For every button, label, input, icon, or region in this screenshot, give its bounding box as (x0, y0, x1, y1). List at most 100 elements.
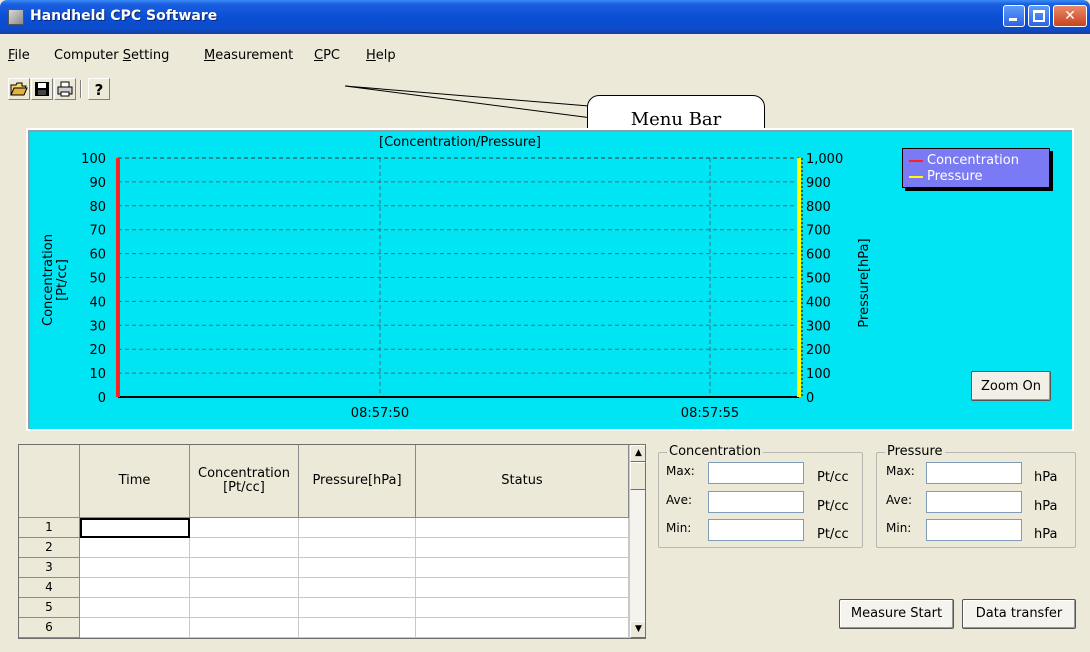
pres-min-field[interactable] (926, 519, 1022, 541)
conc-min-field[interactable] (708, 519, 804, 541)
table-row[interactable]: 2 (19, 538, 629, 558)
cell-pressure[interactable] (299, 598, 416, 618)
cell-time[interactable] (80, 538, 190, 558)
grid-corner (19, 445, 80, 518)
cell-status[interactable] (416, 518, 629, 538)
conc-max-label: Max: (666, 464, 695, 478)
help-glyph: ? (95, 81, 104, 99)
cell-concentration[interactable] (190, 558, 299, 578)
conc-ave-unit: Pt/cc (817, 499, 849, 514)
pres-max-field[interactable] (926, 462, 1022, 484)
table-row[interactable]: 6 (19, 618, 629, 638)
save-button[interactable] (31, 78, 53, 100)
menu-computer-setting[interactable]: Computer Setting (54, 48, 169, 63)
data-grid[interactable]: Time Concentration [Pt/cc] Pressure[hPa]… (18, 444, 646, 639)
row-number[interactable]: 3 (19, 558, 80, 578)
cell-pressure[interactable] (299, 558, 416, 578)
cell-status[interactable] (416, 618, 629, 638)
measure-start-button[interactable]: Measure Start (839, 599, 954, 629)
scroll-down-icon: ▼ (635, 624, 642, 634)
print-icon (57, 81, 73, 97)
cell-pressure[interactable] (299, 538, 416, 558)
cell-status[interactable] (416, 558, 629, 578)
menu-computer-setting-mnemonic: S (122, 48, 132, 63)
help-button[interactable]: ? (88, 78, 110, 100)
data-transfer-button[interactable]: Data transfer (962, 599, 1076, 629)
menu-file-rest: ile (14, 48, 30, 63)
cell-status[interactable] (416, 598, 629, 618)
column-header-time[interactable]: Time (80, 445, 190, 518)
conc-ave-label: Ave: (666, 493, 693, 507)
column-header-concentration-line1: Concentration (198, 465, 290, 481)
cell-pressure[interactable] (299, 618, 416, 638)
row-number[interactable]: 4 (19, 578, 80, 598)
close-button[interactable]: ✕ (1053, 5, 1087, 27)
cell-time[interactable] (80, 578, 190, 598)
open-button[interactable] (8, 78, 30, 100)
menu-computer-setting-rest: etting (131, 48, 170, 63)
conc-min-unit: Pt/cc (817, 527, 849, 542)
close-icon: ✕ (1064, 8, 1076, 24)
column-header-concentration-line2: [Pt/cc] (223, 480, 265, 495)
cell-time[interactable] (80, 558, 190, 578)
conc-max-field[interactable] (708, 462, 804, 484)
cell-time[interactable] (80, 598, 190, 618)
menu-measurement-rest: easurement (215, 48, 294, 63)
table-row[interactable]: 3 (19, 558, 629, 578)
maximize-icon (1033, 10, 1045, 22)
legend-item-pressure: Pressure (909, 169, 983, 184)
pres-min-label: Min: (886, 521, 912, 535)
title-bar[interactable]: Handheld CPC Software ✕ (0, 0, 1090, 34)
zoom-on-button[interactable]: Zoom On (971, 371, 1051, 401)
maximize-button[interactable] (1028, 5, 1050, 27)
menu-measurement[interactable]: Measurement (204, 48, 293, 63)
vertical-scrollbar[interactable]: ▲ ▼ (629, 445, 645, 638)
minimize-button[interactable] (1003, 5, 1025, 27)
column-header-concentration[interactable]: Concentration [Pt/cc] (190, 445, 299, 518)
pres-max-unit: hPa (1034, 470, 1058, 485)
cell-concentration[interactable] (190, 518, 299, 538)
menu-help[interactable]: Help (366, 48, 396, 63)
cell-pressure[interactable] (299, 518, 416, 538)
cell-status[interactable] (416, 538, 629, 558)
menu-measurement-mnemonic: M (204, 48, 216, 63)
cell-concentration[interactable] (190, 598, 299, 618)
cell-status[interactable] (416, 578, 629, 598)
conc-ave-field[interactable] (708, 491, 804, 513)
scroll-down-button[interactable]: ▼ (630, 621, 645, 638)
pres-ave-field[interactable] (926, 491, 1022, 513)
cell-concentration[interactable] (190, 618, 299, 638)
cell-time[interactable] (80, 518, 190, 538)
print-button[interactable] (54, 78, 76, 100)
concentration-stats-title: Concentration (667, 444, 763, 459)
table-row[interactable]: 4 (19, 578, 629, 598)
legend-swatch-pressure (909, 175, 923, 178)
toolbar-separator (80, 80, 82, 98)
cell-concentration[interactable] (190, 578, 299, 598)
menu-help-mnemonic: H (366, 48, 376, 63)
minimize-icon (1009, 18, 1017, 21)
window-title: Handheld CPC Software (30, 8, 218, 24)
conc-min-label: Min: (666, 521, 692, 535)
conc-max-unit: Pt/cc (817, 470, 849, 485)
pressure-stats-title: Pressure (885, 444, 945, 459)
table-row[interactable]: 1 (19, 518, 629, 538)
legend-item-concentration: Concentration (909, 153, 1019, 168)
row-number[interactable]: 6 (19, 618, 80, 638)
cell-concentration[interactable] (190, 538, 299, 558)
menu-cpc[interactable]: CPC (314, 48, 340, 63)
menu-file[interactable]: File (8, 48, 30, 63)
cell-pressure[interactable] (299, 578, 416, 598)
cell-time[interactable] (80, 618, 190, 638)
scroll-thumb[interactable] (630, 462, 645, 490)
table-row[interactable]: 5 (19, 598, 629, 618)
column-header-status[interactable]: Status (416, 445, 629, 518)
pres-ave-label: Ave: (886, 493, 913, 507)
row-number[interactable]: 5 (19, 598, 80, 618)
row-number[interactable]: 1 (19, 518, 80, 538)
row-number[interactable]: 2 (19, 538, 80, 558)
menu-bar: File Computer Setting Measurement CPC He… (0, 44, 1090, 66)
concentration-stats-group: Concentration Max: Pt/cc Ave: Pt/cc Min:… (658, 444, 863, 548)
column-header-pressure[interactable]: Pressure[hPa] (299, 445, 416, 518)
scroll-up-button[interactable]: ▲ (630, 445, 645, 462)
